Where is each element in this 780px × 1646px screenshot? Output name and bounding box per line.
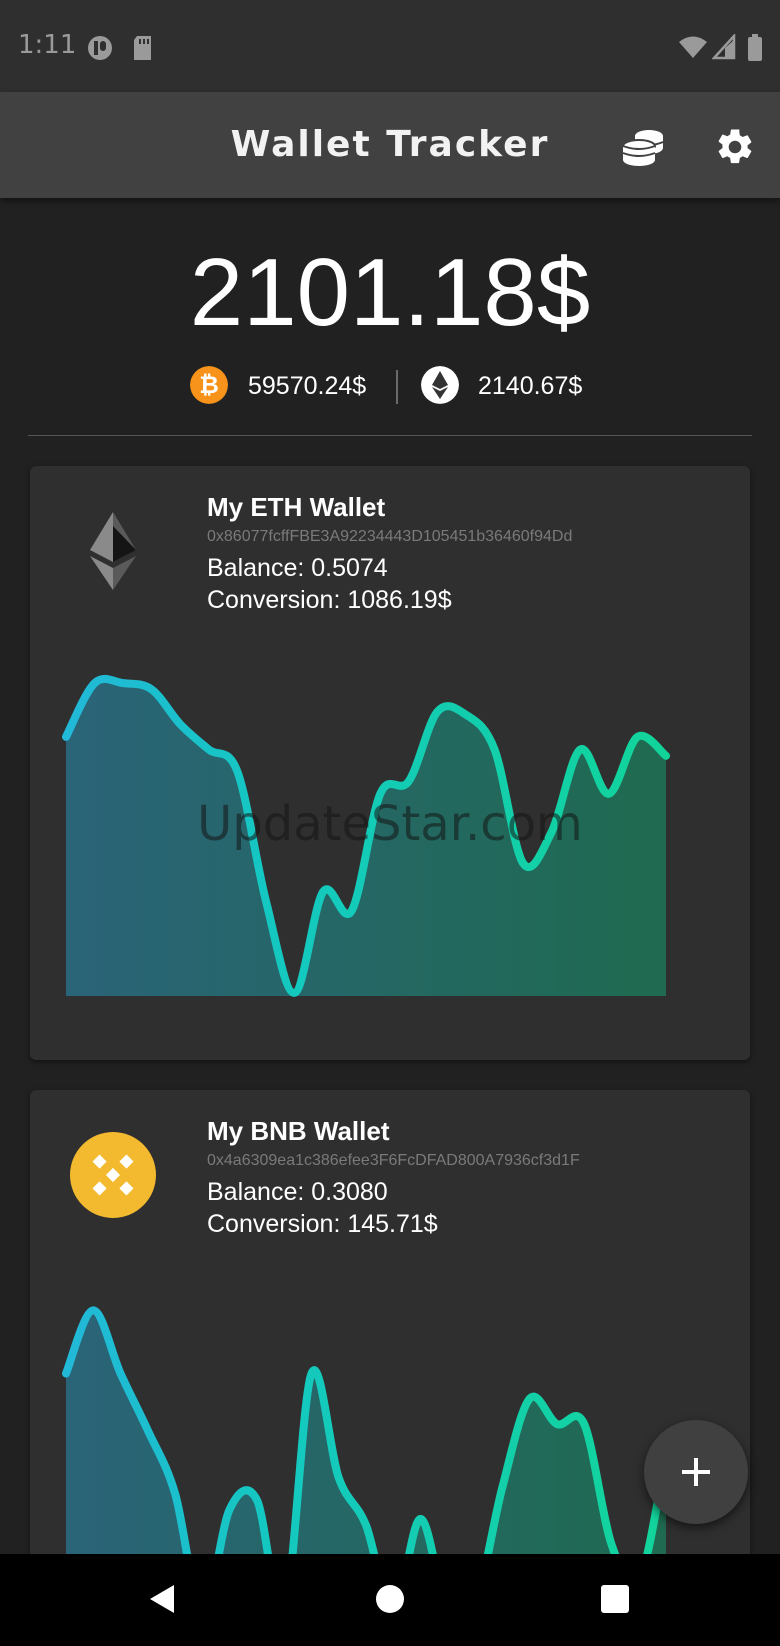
recents-icon[interactable] bbox=[599, 1582, 631, 1616]
app-bar: Wallet Tracker bbox=[0, 92, 780, 198]
wallet-balance: Balance: 0.3080 bbox=[207, 1178, 388, 1206]
price-row: ₿ 59570.24$ 2140.67$ bbox=[0, 366, 780, 408]
eth-price: 2140.67$ bbox=[478, 372, 583, 400]
wallet-balance: Balance: 0.5074 bbox=[207, 554, 388, 582]
add-wallet-button[interactable] bbox=[644, 1420, 748, 1524]
ethereum-icon bbox=[421, 366, 459, 404]
svg-text:₿: ₿ bbox=[199, 371, 219, 399]
wallet-address: 0x4a6309ea1c386efee3F6FcDFAD800A7936cf3d… bbox=[207, 1152, 580, 1169]
btc-price: 59570.24$ bbox=[248, 372, 367, 400]
plus-icon bbox=[682, 1458, 710, 1486]
wallet-name: My BNB Wallet bbox=[207, 1116, 390, 1146]
status-time: 1:11 bbox=[18, 30, 77, 60]
wallet-conversion: Conversion: 145.71$ bbox=[207, 1210, 438, 1238]
signal-icon bbox=[712, 34, 736, 60]
navigation-bar bbox=[0, 1554, 780, 1646]
wallet-card-eth[interactable]: My ETH Wallet 0x86077fcffFBE3A92234443D1… bbox=[30, 466, 750, 1060]
total-balance: 2101.18$ bbox=[189, 239, 591, 346]
gear-icon[interactable] bbox=[714, 126, 756, 168]
circle-status-icon bbox=[88, 36, 112, 60]
back-icon[interactable] bbox=[146, 1582, 180, 1616]
status-bar: 1:11 bbox=[0, 0, 780, 92]
wallet-card-bnb[interactable]: My BNB Wallet 0x4a6309ea1c386efee3F6FcDF… bbox=[30, 1090, 750, 1610]
price-separator bbox=[396, 370, 398, 404]
wallet-name: My ETH Wallet bbox=[207, 492, 386, 522]
binance-icon bbox=[70, 1132, 156, 1218]
watermark: UpdateStar.com bbox=[197, 796, 583, 852]
battery-icon bbox=[748, 34, 762, 61]
sd-card-icon bbox=[134, 36, 151, 60]
wallet-conversion: Conversion: 1086.19$ bbox=[207, 586, 452, 614]
divider bbox=[28, 435, 752, 436]
wifi-icon bbox=[679, 36, 707, 58]
bitcoin-icon: ₿ bbox=[190, 366, 228, 404]
wallet-address: 0x86077fcffFBE3A92234443D105451b36460f94… bbox=[207, 528, 573, 545]
coins-icon[interactable] bbox=[621, 128, 665, 168]
ethereum-icon bbox=[90, 512, 136, 590]
home-icon[interactable] bbox=[374, 1582, 406, 1616]
